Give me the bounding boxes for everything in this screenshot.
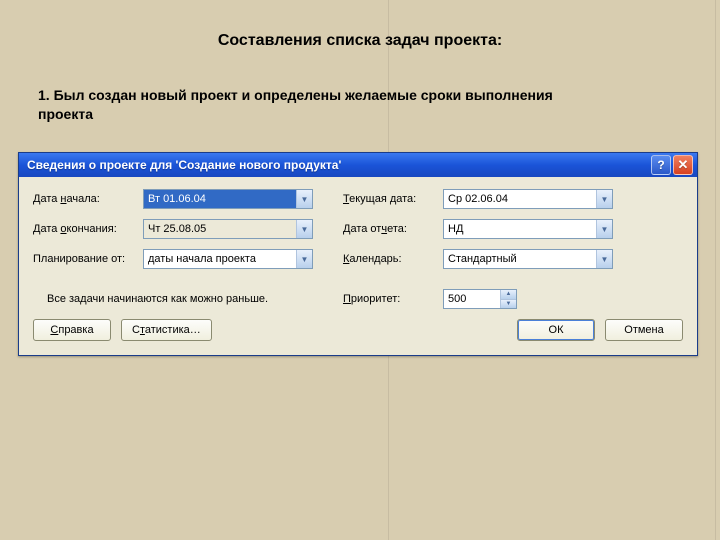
help-icon[interactable]: ? — [651, 155, 671, 175]
start-date-value: Вт 01.06.04 — [144, 190, 296, 208]
current-date-combo[interactable]: Ср 02.06.04 ▼ — [443, 189, 613, 209]
spin-down-icon[interactable]: ▼ — [500, 300, 516, 309]
priority-spinner[interactable]: 500 ▲ ▼ — [443, 289, 517, 309]
current-date-value: Ср 02.06.04 — [444, 190, 596, 208]
chevron-down-icon: ▼ — [296, 220, 312, 238]
chevron-down-icon[interactable]: ▼ — [596, 190, 612, 208]
label-report-date: Дата отчета: — [343, 223, 443, 235]
spin-up-icon[interactable]: ▲ — [500, 290, 516, 300]
button-row: Справка Статистика… ОК Отмена — [33, 319, 683, 341]
label-priority: Приоритет: — [343, 293, 443, 305]
decorative-line-2 — [715, 0, 716, 540]
label-current-date: Текущая дата: — [343, 193, 443, 205]
cancel-button[interactable]: Отмена — [605, 319, 683, 341]
calendar-value: Стандартный — [444, 250, 596, 268]
plan-from-value: даты начала проекта — [144, 250, 296, 268]
dialog-titlebar[interactable]: Сведения о проекте для 'Создание нового … — [19, 153, 697, 177]
chevron-down-icon[interactable]: ▼ — [296, 250, 312, 268]
label-end-date: Дата окончания: — [33, 223, 143, 235]
start-date-combo[interactable]: Вт 01.06.04 ▼ — [143, 189, 313, 209]
report-date-combo[interactable]: НД ▼ — [443, 219, 613, 239]
label-start-date: Дата начала: — [33, 193, 143, 205]
end-date-combo: Чт 25.08.05 ▼ — [143, 219, 313, 239]
report-date-value: НД — [444, 220, 596, 238]
help-button[interactable]: Справка — [33, 319, 111, 341]
calendar-combo[interactable]: Стандартный ▼ — [443, 249, 613, 269]
close-icon[interactable]: ✕ — [673, 155, 693, 175]
label-plan-from: Планирование от: — [33, 253, 143, 265]
statistics-button[interactable]: Статистика… — [121, 319, 212, 341]
chevron-down-icon[interactable]: ▼ — [596, 250, 612, 268]
project-info-dialog: Сведения о проекте для 'Создание нового … — [18, 152, 698, 356]
slide-subtitle: 1. Был создан новый проект и определены … — [38, 86, 598, 124]
ok-button[interactable]: ОК — [517, 319, 595, 341]
priority-value: 500 — [444, 290, 500, 308]
end-date-value: Чт 25.08.05 — [144, 220, 296, 238]
chevron-down-icon[interactable]: ▼ — [296, 190, 312, 208]
dialog-body: Дата начала: Вт 01.06.04 ▼ Текущая дата:… — [19, 177, 697, 355]
dialog-title: Сведения о проекте для 'Создание нового … — [27, 158, 649, 172]
chevron-down-icon[interactable]: ▼ — [596, 220, 612, 238]
plan-from-combo[interactable]: даты начала проекта ▼ — [143, 249, 313, 269]
slide-title: Составления списка задач проекта: — [0, 32, 720, 50]
priority-cell: 500 ▲ ▼ — [443, 289, 613, 309]
note-text: Все задачи начинаются как можно раньше. — [33, 293, 313, 305]
label-calendar: Календарь: — [343, 253, 443, 265]
